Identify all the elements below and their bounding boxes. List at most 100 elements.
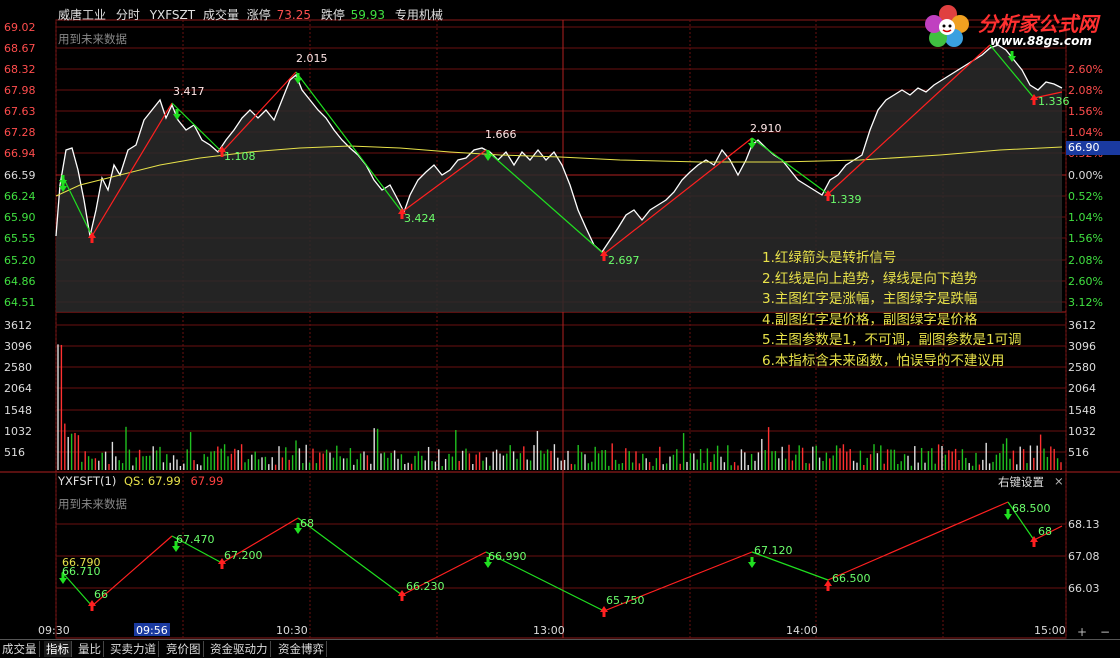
tab-auction-chart[interactable]: 竞价图 [164,641,204,657]
pct-axis-label: 1.04% [1068,126,1103,139]
sub-indicator-name[interactable]: YXFSFT(1) [58,474,116,488]
tab-capital-game[interactable]: 资金博弈 [276,641,327,657]
sub-signal-label: 67.200 [224,549,263,562]
note-line: 4.副图红字是价格，副图绿字是价格 [762,311,978,328]
price-axis-label: 65.20 [4,254,36,267]
sub-signal-label: 68 [1038,525,1052,538]
qs-value: 67.99 [147,474,181,488]
stock-name[interactable]: 威唐工业 [58,8,106,22]
sub-signal-label: 66.500 [832,572,871,585]
up-arrow-icon [88,600,96,611]
price-axis-label: 65.90 [4,211,36,224]
sub-signal-label: 68 [300,517,314,530]
up-arrow-icon [398,590,406,601]
main-signal-label: 1.339 [830,193,862,206]
note-line: 6.本指标含未来函数，怕误导的不建议用 [762,352,1005,369]
volume-axis-label-right: 3612 [1068,319,1096,332]
main-signal-label: 3.424 [404,212,436,225]
sub-signal-label: 68.500 [1012,502,1051,515]
volume-axis-label-right: 1548 [1068,404,1096,417]
price-axis-label: 66.59 [4,169,36,182]
pct-axis-label: 1.56% [1068,105,1103,118]
price-axis-label: 67.63 [4,105,36,118]
pct-axis-label: 1.56% [1068,232,1103,245]
sub-axis-label: 67.08 [1068,550,1100,563]
pct-axis-label: 3.12% [1068,296,1103,309]
pct-axis-label: 1.04% [1068,211,1103,224]
note-line: 5.主图参数是1，不可调，副图参数是1可调 [762,332,1022,348]
volume-axis-label-right: 1032 [1068,425,1096,438]
current-price-tag: 66.90 [1066,141,1120,155]
main-signal-label: 2.910 [750,122,782,135]
down-arrow-icon [1004,509,1012,520]
indicator-name: YXFSZT [149,8,196,22]
sub-trend-segment [827,501,1009,581]
future-data-warning: 用到未来数据 [58,32,127,46]
sub-indicator-header: YXFSFT(1) QS: 67.99 67.99 [58,474,223,488]
mode-label: 分时 [115,8,140,22]
limit-up-value: 73.25 [276,8,311,22]
sub-signal-label: 66.710 [62,565,101,578]
pct-axis-label: 2.60% [1068,63,1103,76]
price-axis-label: 67.98 [4,84,36,97]
volume-axis-label-right: 3096 [1068,340,1096,353]
up-arrow-icon [600,606,608,617]
price-axis-label: 65.55 [4,232,36,245]
future-data-warning-sub: 用到未来数据 [58,497,127,511]
note-line: 1.红绿箭头是转折信号 [762,250,897,266]
flower-logo-icon [925,5,969,47]
tab-volume-ratio[interactable]: 量比 [76,641,104,657]
pct-axis-label: 2.08% [1068,254,1103,267]
volume-axis-label-right: 516 [1068,446,1089,459]
volume-axis-label-right: 2580 [1068,361,1096,374]
price-axis-label: 64.51 [4,296,36,309]
logo-title: 分析家公式网 [978,12,1098,36]
pct-axis-label: 0.52% [1068,190,1103,203]
site-logo: 分析家公式网 www.88gs.com [920,2,1116,52]
qs-label: QS: [124,474,145,488]
volume-axis-label: 2580 [4,361,32,374]
close-icon[interactable]: × [1054,474,1064,488]
note-line: 2.红线是向上趋势，绿线是向下趋势 [762,270,978,287]
pct-axis-label: 2.08% [1068,84,1103,97]
right-click-settings[interactable]: 右键设置 [998,474,1044,490]
sub-value2: 67.99 [190,474,224,488]
tab-buy-sell-force[interactable]: 买卖力道 [108,641,159,657]
sub-signal-label: 66.230 [406,580,445,593]
price-axis-label: 66.94 [4,147,36,160]
main-signal-label: 1.666 [485,128,517,141]
zoom-out-button[interactable]: − [1098,625,1112,639]
sector-label: 专用机械 [394,8,443,22]
volume-axis-label: 3096 [4,340,32,353]
price-axis-label: 68.32 [4,63,36,76]
note-line: 3.主图红字是涨幅，主图绿字是跌幅 [762,291,978,307]
limit-down-value: 59.93 [350,8,386,22]
limit-up-label: 涨停 [246,8,271,22]
sub-axis-label: 66.03 [1068,582,1100,595]
sub-signal-label: 67.470 [176,533,215,546]
tab-volume[interactable]: 成交量 [0,641,40,657]
logo-url: www.88gs.com [990,34,1092,48]
sub-signal-label: 65.750 [606,594,645,607]
volume-axis-label: 516 [4,446,25,459]
tab-capital-drive[interactable]: 资金驱动力 [208,641,271,657]
sub-axis-label: 68.13 [1068,518,1100,531]
main-signal-label: 2.697 [608,254,640,267]
volume-axis-label-right: 2064 [1068,382,1096,395]
price-axis-label: 64.86 [4,275,36,288]
time-axis-label: 10:30 [276,624,308,637]
zoom-in-button[interactable]: + [1075,625,1089,639]
main-signal-label: 2.015 [296,52,328,65]
tab-indicator[interactable]: 指标 [44,641,72,657]
main-signal-label: 1.336 [1038,95,1070,108]
main-signal-label: 1.108 [224,150,256,163]
up-arrow-icon [1030,536,1038,547]
sub-signal-label: 66.990 [488,550,527,563]
main-signal-label: 3.417 [173,85,205,98]
volume-axis-label: 3612 [4,319,32,332]
pct-axis-label: 2.60% [1068,275,1103,288]
bottom-tab-bar: 成交量 指标 量比 买卖力道 竞价图 资金驱动力 资金博弈 [0,639,1120,658]
limit-down-label: 跌停 [320,8,345,22]
sub-signal-label: 66 [94,588,108,601]
pct-axis-label: 0.00% [1068,169,1103,182]
